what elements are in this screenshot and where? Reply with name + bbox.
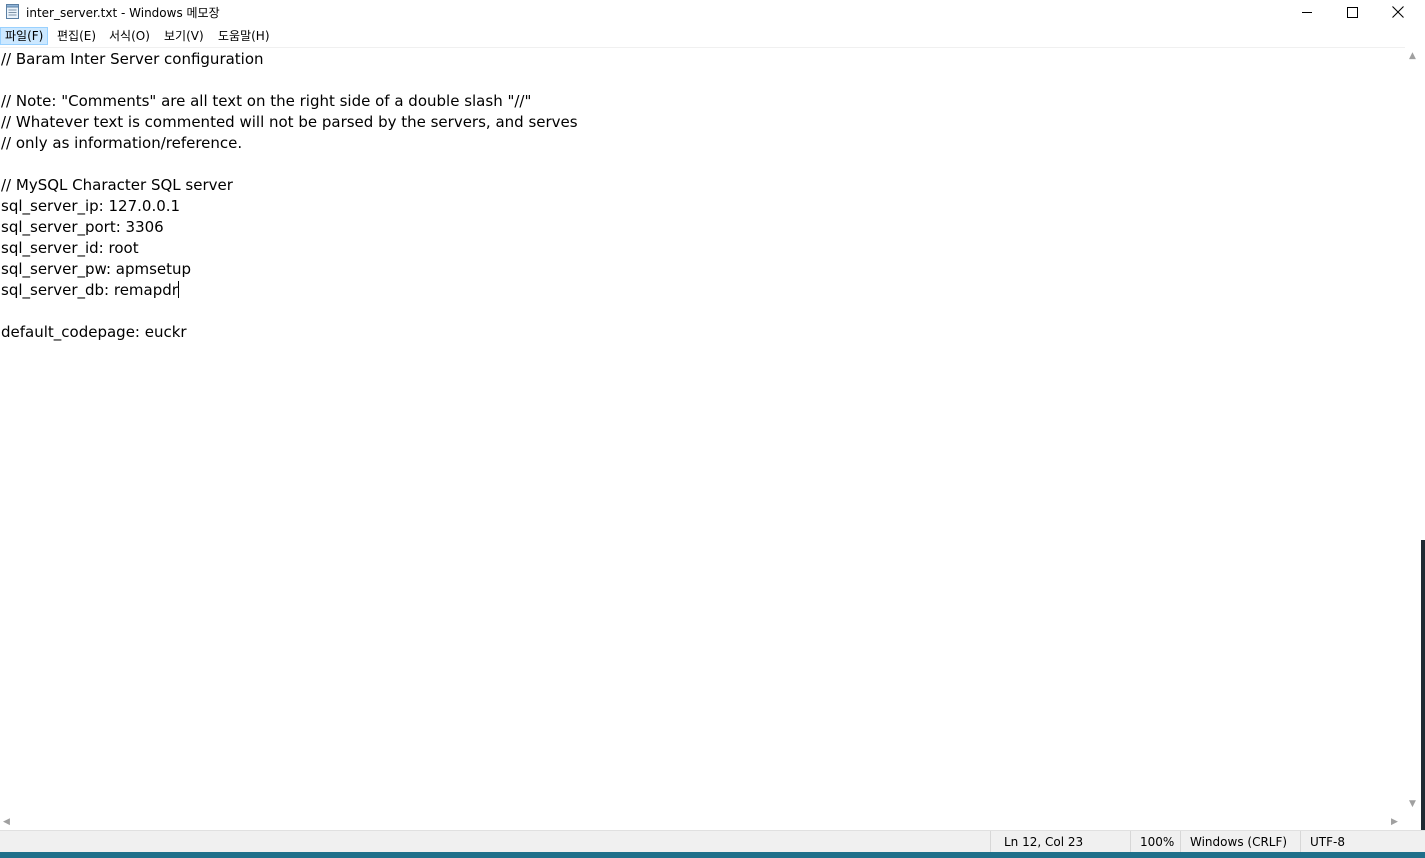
editor-line[interactable]: sql_server_port: 3306 bbox=[1, 217, 578, 238]
line-ending: Windows (CRLF) bbox=[1180, 831, 1300, 852]
editor-line[interactable]: // MySQL Character SQL server bbox=[1, 175, 578, 196]
scroll-corner bbox=[1405, 815, 1422, 830]
title-bar[interactable]: inter_server.txt - Windows 메모장 bbox=[0, 0, 1425, 26]
status-bar: Ln 12, Col 23 100% Windows (CRLF) UTF-8 bbox=[0, 830, 1425, 852]
editor-line[interactable]: default_codepage: euckr bbox=[1, 322, 578, 343]
close-button[interactable] bbox=[1375, 0, 1421, 24]
editor-line[interactable] bbox=[1, 154, 578, 175]
text-caret bbox=[177, 281, 179, 298]
notepad-window: inter_server.txt - Windows 메모장 파일(F) 편집(… bbox=[0, 0, 1425, 852]
menu-help[interactable]: 도움말(H) bbox=[214, 27, 274, 45]
maximize-button[interactable] bbox=[1329, 0, 1375, 24]
menu-edit[interactable]: 편집(E) bbox=[53, 27, 100, 45]
taskbar-edge bbox=[0, 852, 1425, 858]
editor-line[interactable]: sql_server_ip: 127.0.0.1 bbox=[1, 196, 578, 217]
editor-line[interactable]: sql_server_id: root bbox=[1, 238, 578, 259]
editor-line-current[interactable]: sql_server_db: remapdr bbox=[1, 280, 578, 301]
scroll-right-icon[interactable]: ▶ bbox=[1391, 817, 1398, 827]
menu-file[interactable]: 파일(F) bbox=[0, 27, 49, 45]
text-editor[interactable]: // Baram Inter Server configuration // N… bbox=[0, 47, 1405, 816]
editor-line[interactable]: // Whatever text is commented will not b… bbox=[1, 112, 578, 133]
horizontal-scrollbar[interactable]: ◀ ▶ bbox=[0, 815, 1405, 830]
editor-line[interactable]: sql_server_pw: apmsetup bbox=[1, 259, 578, 280]
scroll-left-icon[interactable]: ◀ bbox=[3, 817, 10, 827]
vertical-scrollbar[interactable]: ▲ ▼ bbox=[1405, 47, 1422, 815]
minimize-icon bbox=[1301, 11, 1312, 13]
maximize-icon bbox=[1346, 6, 1358, 18]
editor-line[interactable] bbox=[1, 70, 578, 91]
notepad-icon bbox=[6, 4, 19, 19]
zoom-level: 100% bbox=[1130, 831, 1180, 852]
editor-line[interactable]: // only as information/reference. bbox=[1, 133, 578, 154]
window-title: inter_server.txt - Windows 메모장 bbox=[26, 6, 220, 20]
editor-line[interactable]: // Note: "Comments" are all text on the … bbox=[1, 91, 578, 112]
close-icon bbox=[1392, 6, 1404, 18]
cursor-position: Ln 12, Col 23 bbox=[990, 831, 1130, 852]
menu-format[interactable]: 서식(O) bbox=[105, 27, 154, 45]
editor-lines: // Baram Inter Server configuration // N… bbox=[1, 49, 578, 343]
minimize-button[interactable] bbox=[1284, 0, 1330, 24]
current-line-text: sql_server_db: remapdr bbox=[1, 281, 178, 299]
scroll-up-icon[interactable]: ▲ bbox=[1409, 51, 1416, 61]
menu-bar: 파일(F) 편집(E) 서식(O) 보기(V) 도움말(H) bbox=[0, 26, 1425, 46]
editor-line[interactable]: // Baram Inter Server configuration bbox=[1, 49, 578, 70]
editor-line[interactable] bbox=[1, 301, 578, 322]
encoding: UTF-8 bbox=[1300, 831, 1425, 852]
desktop-edge bbox=[1421, 540, 1425, 830]
menu-view[interactable]: 보기(V) bbox=[160, 27, 208, 45]
scroll-down-icon[interactable]: ▼ bbox=[1409, 799, 1416, 809]
